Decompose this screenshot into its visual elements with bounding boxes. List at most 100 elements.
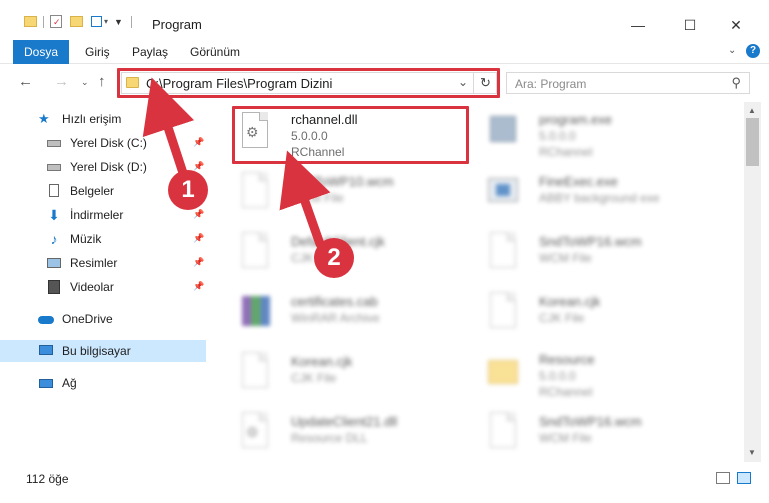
item-count: 112 öğe (26, 472, 69, 486)
file-icon (238, 232, 272, 272)
file-name: SndToWP16.wcm (539, 234, 642, 249)
maximize-button[interactable]: ☐ (668, 10, 712, 40)
scrollbar-thumb[interactable] (746, 118, 759, 166)
address-highlight-box (117, 68, 500, 98)
drive-icon (46, 159, 62, 175)
file-item[interactable]: Resource 5.0.0.0 RChannel (472, 344, 712, 399)
sidebar-item-label: Belgeler (70, 184, 115, 198)
sidebar-item-pictures[interactable]: Resimler 📌 (0, 252, 206, 274)
file-icon (238, 172, 272, 212)
file-name: SndToWP10.wcm (291, 174, 394, 189)
file-description: WinRAR Archive (291, 311, 380, 325)
file-description: Resource DLL (291, 431, 368, 445)
file-item[interactable]: certificates.cab WinRAR Archive (224, 284, 464, 336)
file-description: WCM File (539, 431, 592, 445)
folder-icon (486, 352, 520, 392)
pin-icon[interactable]: 📌 (193, 281, 204, 292)
pin-icon[interactable]: 📌 (193, 137, 204, 148)
file-icon (486, 292, 520, 332)
file-description: CJK File (291, 371, 337, 385)
file-description: CJK File (539, 311, 585, 325)
file-description: RChannel (539, 145, 593, 159)
sidebar-item-label: Yerel Disk (D:) (70, 160, 147, 174)
search-icon[interactable]: ⚲ (731, 75, 741, 91)
details-view-icon[interactable] (716, 472, 730, 484)
scroll-up-icon[interactable]: ▲ (748, 106, 756, 115)
sidebar-item-downloads[interactable]: ⬇ İndirmeler 📌 (0, 204, 206, 226)
file-version: 5.0.0.0 (539, 369, 576, 383)
new-folder-icon[interactable] (70, 16, 83, 27)
file-name: program.exe (539, 112, 612, 127)
dll-file-icon: ⚙ (238, 412, 272, 452)
file-item[interactable]: Korean.cjk CJK File (224, 344, 464, 396)
pin-icon[interactable]: 📌 (193, 257, 204, 268)
recent-locations-icon[interactable]: ⌄ (81, 77, 89, 88)
search-input[interactable]: Ara: Program ⚲ (506, 72, 750, 94)
view-options-icon[interactable] (91, 16, 102, 27)
tab-share[interactable]: Paylaş (122, 40, 178, 64)
sidebar-item-onedrive[interactable]: OneDrive (0, 308, 206, 330)
navigation-pane: ★ Hızlı erişim Yerel Disk (C:) 📌 Yerel D… (0, 102, 206, 462)
sidebar-item-videos[interactable]: Videolar 📌 (0, 276, 206, 298)
title-bar: ✓ ▾ ▼ Program — ☐ ✕ (0, 0, 769, 40)
scroll-down-icon[interactable]: ▼ (748, 448, 756, 457)
customize-toolbar-icon[interactable]: ▼ (114, 17, 123, 27)
window-title: Program (152, 17, 202, 32)
tab-home[interactable]: Giriş (75, 40, 120, 64)
sidebar-item-music[interactable]: ♪ Müzik 📌 (0, 228, 206, 250)
sidebar-item-label: Videolar (70, 280, 114, 294)
file-item[interactable]: SndToWP16.wcm WCM File (472, 404, 712, 456)
network-icon (38, 375, 54, 391)
file-item[interactable]: FineExec.exe ABBY background exe (472, 164, 712, 216)
up-arrow-icon[interactable]: ↑ (98, 73, 106, 90)
file-item[interactable]: SndToWP16.wcm WCM File (472, 224, 712, 276)
documents-icon (46, 183, 62, 199)
download-icon: ⬇ (48, 207, 60, 223)
file-item[interactable]: Korean.cjk CJK File (472, 284, 712, 336)
drive-icon (46, 135, 62, 151)
pin-icon[interactable]: 📌 (193, 209, 204, 220)
sidebar-item-quick-access[interactable]: ★ Hızlı erişim (0, 108, 206, 130)
music-icon: ♪ (50, 231, 58, 247)
sidebar-item-label: Müzik (70, 232, 102, 246)
archive-file-icon (238, 292, 272, 332)
star-icon: ★ (38, 111, 50, 126)
file-item[interactable]: ⚙ UpdateClient21.dll Resource DLL (224, 404, 464, 456)
chevron-down-icon[interactable]: ▾ (104, 17, 108, 26)
file-item[interactable]: program.exe 5.0.0.0 RChannel (472, 104, 712, 159)
videos-icon (46, 279, 62, 295)
file-item[interactable]: SndToWP10.wcm WCM File (224, 164, 464, 216)
callout-two: 2 (314, 238, 354, 278)
exe-file-icon (486, 112, 520, 152)
back-arrow-icon[interactable]: ← (18, 73, 33, 90)
help-icon[interactable]: ? (746, 44, 760, 58)
sidebar-item-this-pc[interactable]: Bu bilgisayar (0, 340, 206, 362)
forward-arrow-icon[interactable]: → (54, 73, 69, 90)
sidebar-item-label: Resimler (70, 256, 118, 270)
address-row: ← → ⌄ ↑ C:\Program Files\Program Dizini … (0, 64, 769, 100)
tab-view[interactable]: Görünüm (180, 40, 250, 64)
file-name: certificates.cab (291, 294, 378, 309)
file-description: WCM File (539, 251, 592, 265)
chevron-down-icon[interactable]: ⌄ (728, 45, 736, 56)
sidebar-item-local-disk-c[interactable]: Yerel Disk (C:) 📌 (0, 132, 206, 154)
file-version: 5.0.0.0 (539, 129, 576, 143)
sidebar-item-network[interactable]: Ağ (0, 372, 206, 394)
file-name: Korean.cjk (539, 294, 601, 309)
search-placeholder: Ara: Program (515, 77, 587, 91)
file-description: RChannel (539, 385, 593, 399)
file-name: SndToWP16.wcm (539, 414, 642, 429)
close-button[interactable]: ✕ (714, 10, 758, 40)
file-name: Korean.cjk (291, 354, 353, 369)
large-icons-view-icon[interactable] (737, 472, 751, 484)
properties-icon[interactable]: ✓ (50, 15, 62, 28)
file-icon (238, 352, 272, 392)
sidebar-item-label: OneDrive (62, 312, 113, 326)
pin-icon[interactable]: 📌 (193, 233, 204, 244)
callout-one: 1 (168, 170, 208, 210)
folder-icon[interactable] (24, 16, 37, 27)
file-name: FineExec.exe (539, 174, 618, 189)
separator (130, 15, 132, 28)
vertical-scrollbar[interactable]: ▲ ▼ (744, 102, 761, 462)
minimize-button[interactable]: — (616, 10, 660, 40)
